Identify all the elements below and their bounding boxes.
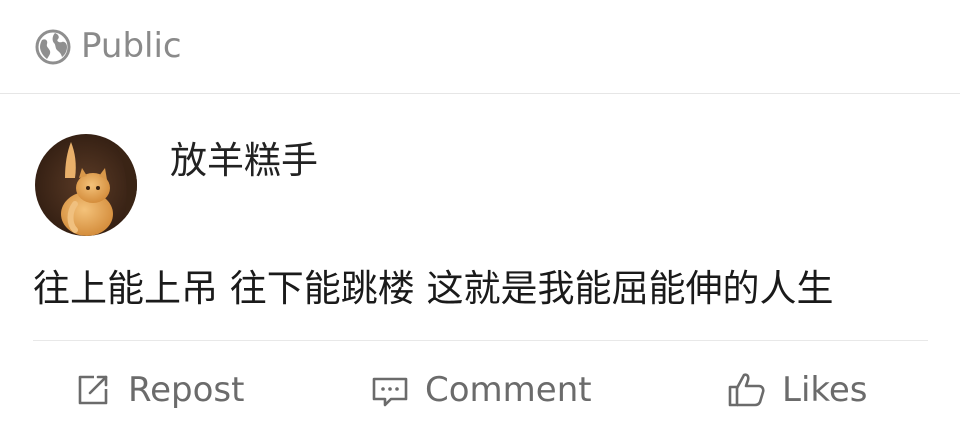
- divider: [33, 340, 928, 341]
- repost-button[interactable]: Repost: [72, 362, 244, 418]
- visibility-bar: Public: [0, 0, 960, 94]
- comment-button[interactable]: Comment: [369, 362, 592, 418]
- visibility-label[interactable]: Public: [81, 24, 182, 68]
- thumbs-up-icon: [728, 373, 765, 407]
- globe-icon: [35, 29, 71, 65]
- likes-label: Likes: [782, 370, 868, 410]
- post-card: Public 放羊糕手 往上能上吊 往下能跳楼 这就是我能屈能伸的人生 Repo…: [0, 0, 960, 435]
- avatar[interactable]: [35, 134, 137, 236]
- comment-icon: [372, 377, 408, 407]
- author-name[interactable]: 放羊糕手: [170, 138, 318, 184]
- post-text: 往上能上吊 往下能跳楼 这就是我能屈能伸的人生: [33, 267, 834, 310]
- like-button[interactable]: Likes: [726, 362, 868, 418]
- repost-label: Repost: [128, 370, 245, 410]
- comment-label: Comment: [425, 370, 592, 410]
- repost-icon: [78, 375, 108, 405]
